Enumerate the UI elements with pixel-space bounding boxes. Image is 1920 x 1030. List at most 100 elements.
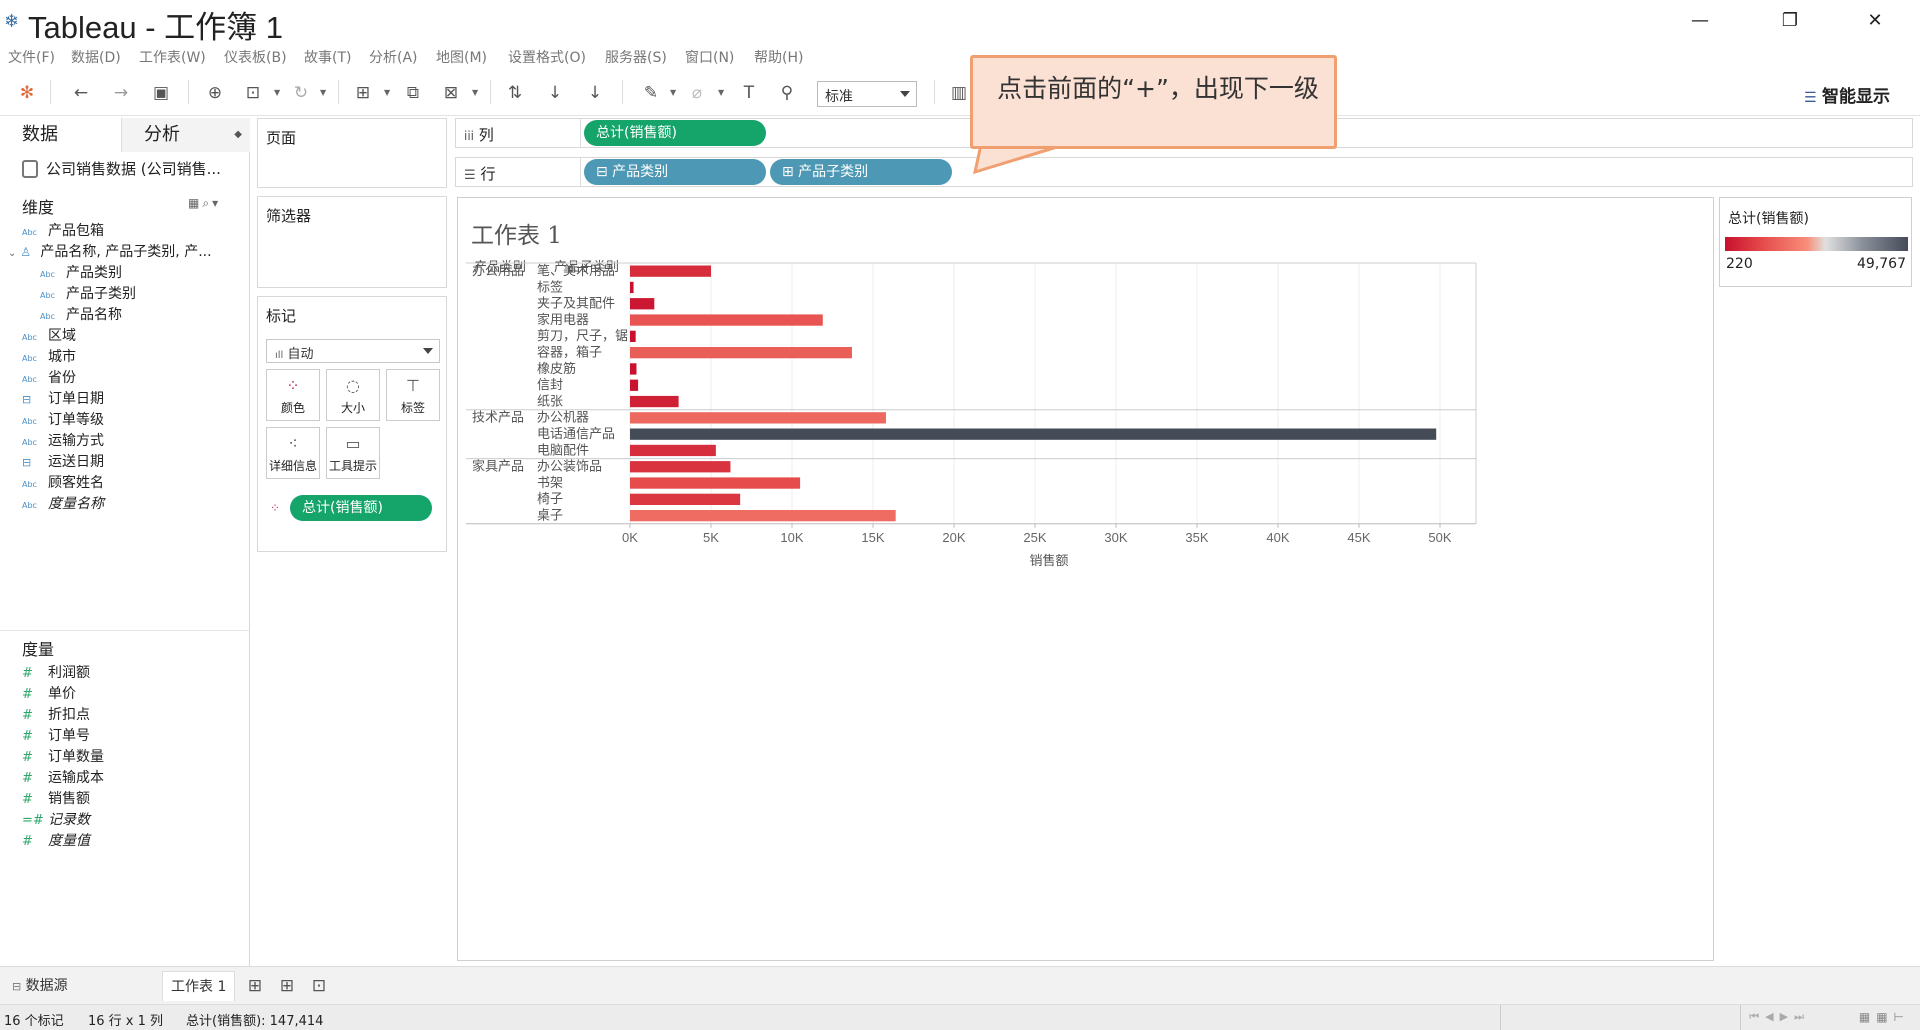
redo-icon[interactable]: → [110,82,132,104]
field-measure-values[interactable]: # 度量值 [22,831,90,851]
new-worksheet-icon[interactable]: ⊞ [244,975,266,997]
field-region[interactable]: Abc 区域 [22,326,76,346]
restore-button[interactable]: ❐ [1770,6,1810,36]
field-order-quantity[interactable]: # 订单数量 [22,747,104,767]
new-worksheet-icon[interactable]: ⊞ [352,82,374,104]
color-button[interactable]: ⁘ 颜色 [266,369,320,421]
tab-datasource[interactable]: ⊟ 数据源 [4,971,76,1001]
tableau-home-icon[interactable]: ✻ [16,82,38,104]
rows-category-pill[interactable]: ⊟ 产品类别 [584,159,766,185]
field-ship-date[interactable]: ⊟ 运送日期 [22,452,104,472]
menu-dashboard[interactable]: 仪表板(B) [224,47,287,67]
field-shipping-cost[interactable]: # 运输成本 [22,768,104,788]
undo-icon[interactable]: ← [70,82,92,104]
mark-type-dropdown[interactable]: ıll 自动 [266,339,440,363]
field-product-hierarchy[interactable]: ⌄ ♙ 产品名称, 产品子类别, 产... [8,242,212,262]
filters-card[interactable]: 筛选器 [257,196,447,288]
subcategory-label: 橡皮筋 [537,361,576,377]
menu-window[interactable]: 窗口(N) [685,47,734,67]
number-type-icon: # [22,666,33,681]
field-product-subcategory[interactable]: Abc 产品子类别 [40,284,136,304]
field-discount[interactable]: # 折扣点 [22,705,90,725]
clear-sheet-icon[interactable]: ⊠ [440,82,462,104]
highlight-icon[interactable]: ✎ [640,82,662,104]
minimize-button[interactable]: — [1680,6,1720,36]
columns-label: iii 列 [464,126,494,144]
marks-color-pill[interactable]: 总计(销售额) [290,495,432,521]
rows-icon: ☰ [464,168,476,183]
subcategory-label: 电脑配件 [537,443,589,458]
view-toggle-icons[interactable]: ▦▦⊢ [1859,1010,1910,1024]
toolbar: ✻ ← → ▣ ⊕ ⊡ ▼ ↻ ▼ ⊞ ▼ ⧉ ⊠ ▼ ⇅ ↓ ↓ ✎ ▼ ⌀ … [0,68,1920,116]
string-type-icon: Abc [40,291,55,300]
menu-help[interactable]: 帮助(H) [754,47,803,67]
pause-updates-icon[interactable]: ⊡ [242,82,264,104]
sort-descending-icon[interactable]: ↓ [584,82,606,104]
field-measure-names[interactable]: Abc 度量名称 [22,494,104,514]
chevron-down-icon[interactable]: ▼ [274,88,280,97]
tooltip-button[interactable]: ▭ 工具提示 [326,427,380,479]
field-product-name[interactable]: Abc 产品名称 [40,305,122,325]
new-story-icon[interactable]: ⊡ [308,975,330,997]
sheet-nav-arrows[interactable]: ⏮◀▶⏭ [1749,1010,1810,1024]
detail-button[interactable]: ⁖ 详细信息 [266,427,320,479]
color-legend[interactable]: 总计(销售额) 220 49,767 [1719,197,1912,287]
refresh-icon[interactable]: ↻ [290,82,312,104]
field-unit-price[interactable]: # 单价 [22,684,76,704]
close-button[interactable]: ✕ [1855,6,1895,36]
chevron-down-icon[interactable]: ▼ [384,88,390,97]
sort-ascending-icon[interactable]: ↓ [544,82,566,104]
new-datasource-icon[interactable]: ⊕ [204,82,226,104]
view-options-icon[interactable]: ▦ [188,196,202,210]
field-order-priority[interactable]: Abc 订单等级 [22,410,104,430]
show-cards-icon[interactable]: ▥ [948,82,970,104]
field-product-box[interactable]: Abc 产品包箱 [22,221,104,241]
field-province[interactable]: Abc 省份 [22,368,76,388]
columns-sales-pill[interactable]: 总计(销售额) [584,120,766,146]
field-profit[interactable]: # 利润额 [22,663,90,683]
datasource-item[interactable]: 公司销售数据 (公司销售... [22,158,221,179]
chevron-down-icon[interactable]: ▼ [320,88,326,97]
group-members-icon[interactable]: ⌀ [686,82,708,104]
swap-rows-columns-icon[interactable]: ⇅ [504,82,526,104]
menu-file[interactable]: 文件(F) [8,47,55,67]
field-ship-mode[interactable]: Abc 运输方式 [22,431,104,451]
chevron-down-icon[interactable]: ▼ [670,88,676,97]
menu-story[interactable]: 故事(T) [304,47,351,67]
show-mark-labels-icon[interactable]: T [738,82,760,104]
rows-subcategory-pill[interactable]: ⊞ 产品子类别 [770,159,952,185]
size-button[interactable]: ◌ 大小 [326,369,380,421]
chevron-down-icon[interactable]: ⌄ [8,248,16,259]
bar [630,281,634,294]
pin-axis-icon[interactable]: ⚲ [776,82,798,104]
field-product-category[interactable]: Abc 产品类别 [40,263,122,283]
new-dashboard-icon[interactable]: ⊞ [276,975,298,997]
chevron-down-icon[interactable]: ▾ [212,196,221,210]
tab-sheet1[interactable]: 工作表 1 [162,971,236,1001]
menu-analysis[interactable]: 分析(A) [369,47,418,67]
field-sales[interactable]: # 销售额 [22,789,90,809]
x-tick-label: 30K [1104,530,1127,545]
tab-data[interactable]: 数据 [0,118,122,152]
fit-dropdown[interactable]: 标准 [817,81,917,107]
save-icon[interactable]: ▣ [150,82,172,104]
label-button[interactable]: ⊤ 标签 [386,369,440,421]
field-city[interactable]: Abc 城市 [22,347,76,367]
menu-format[interactable]: 设置格式(O) [508,47,586,67]
menu-map[interactable]: 地图(M) [436,47,487,67]
chevron-down-icon[interactable]: ▼ [718,88,724,97]
rows-shelf[interactable]: ☰ 行 ⊟ 产品类别 ⊞ 产品子类别 [455,157,1913,187]
field-customer-name[interactable]: Abc 顾客姓名 [22,473,104,493]
field-order-date[interactable]: ⊟ 订单日期 [22,389,104,409]
chevron-down-icon[interactable]: ▼ [472,88,478,97]
field-record-count[interactable]: =# 记录数 [22,810,90,830]
tab-analysis[interactable]: 分析 ◆ [122,118,250,152]
menu-worksheet[interactable]: 工作表(W) [139,47,206,67]
menu-server[interactable]: 服务器(S) [605,47,667,67]
search-icon[interactable]: ⌕ [202,196,212,210]
pages-card[interactable]: 页面 [257,118,447,188]
show-me-button[interactable]: ☰ 智能显示 [1804,82,1890,107]
field-order-id[interactable]: # 订单号 [22,726,90,746]
menu-data[interactable]: 数据(D) [71,47,121,67]
duplicate-sheet-icon[interactable]: ⧉ [402,82,424,104]
